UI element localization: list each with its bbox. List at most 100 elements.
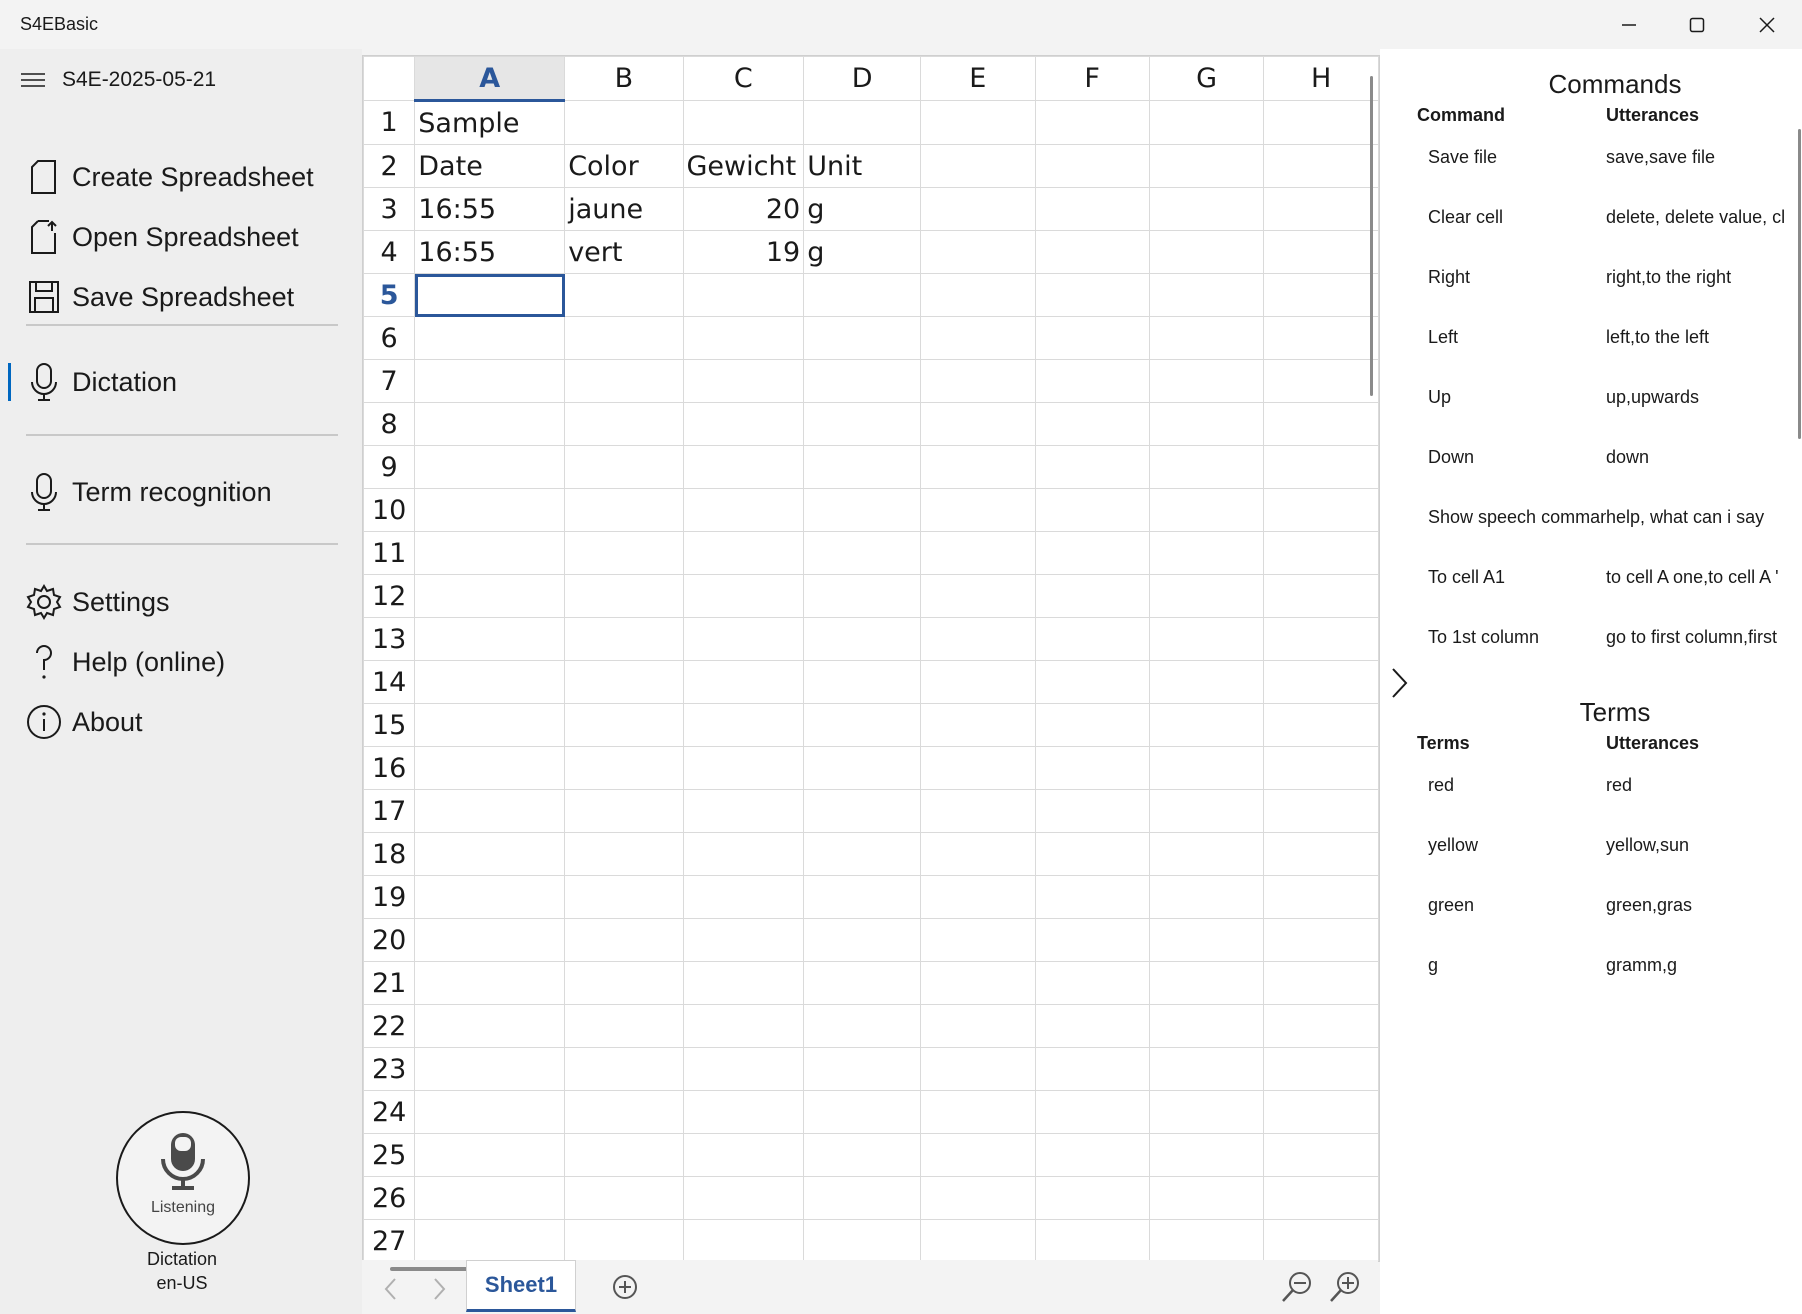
- grid-cell[interactable]: [1263, 918, 1379, 962]
- grid-cell[interactable]: [803, 488, 922, 532]
- grid-cell[interactable]: [682, 1133, 805, 1177]
- term-recognition-nav-item[interactable]: Term recognition: [26, 467, 272, 517]
- grid-cell[interactable]: [564, 316, 684, 360]
- row-header[interactable]: 14: [363, 660, 416, 704]
- grid-cell[interactable]: [1263, 875, 1379, 919]
- commands-item-name[interactable]: To 1st column: [1428, 627, 1606, 648]
- grid-cell[interactable]: [1148, 1090, 1265, 1134]
- grid-cell[interactable]: [920, 316, 1036, 360]
- grid-cell[interactable]: [682, 402, 805, 446]
- terms-item-utterances[interactable]: gramm,g: [1606, 955, 1792, 976]
- grid-cell[interactable]: [1263, 100, 1379, 145]
- grid-cell[interactable]: [1034, 1133, 1150, 1177]
- grid-cell[interactable]: [1148, 144, 1265, 188]
- terms-item-utterances[interactable]: yellow,sun: [1606, 835, 1792, 856]
- grid-cell[interactable]: [564, 273, 684, 317]
- commands-item-utterances[interactable]: left,to the left: [1606, 327, 1792, 348]
- commands-item-utterances[interactable]: save,save file: [1606, 147, 1792, 168]
- grid-cell[interactable]: [414, 445, 566, 489]
- terms-item-name[interactable]: yellow: [1428, 835, 1606, 856]
- grid-cell[interactable]: [1034, 703, 1150, 747]
- grid-cell[interactable]: [564, 445, 684, 489]
- grid-cell[interactable]: [414, 316, 566, 360]
- grid-cell[interactable]: [1263, 273, 1379, 317]
- grid-cell[interactable]: [1148, 445, 1265, 489]
- grid-cell[interactable]: [1148, 789, 1265, 833]
- grid-cell[interactable]: [1034, 100, 1150, 145]
- grid-cell[interactable]: [1263, 144, 1379, 188]
- grid-cell[interactable]: [1148, 1047, 1265, 1091]
- column-header[interactable]: F: [1034, 56, 1150, 101]
- grid-cell[interactable]: [803, 531, 922, 575]
- grid-cell[interactable]: [564, 918, 684, 962]
- grid-cell[interactable]: [1148, 746, 1265, 790]
- grid-cell[interactable]: [564, 1219, 684, 1261]
- grid-cell[interactable]: [920, 273, 1036, 317]
- row-header[interactable]: 24: [363, 1090, 416, 1134]
- grid-cell[interactable]: [1148, 703, 1265, 747]
- hamburger-menu-icon[interactable]: [20, 71, 46, 91]
- commands-item-utterances[interactable]: down: [1606, 447, 1792, 468]
- grid-cell[interactable]: [414, 660, 566, 704]
- grid-cell[interactable]: Sample: [414, 100, 566, 145]
- grid-cell[interactable]: [1263, 488, 1379, 532]
- grid-cell[interactable]: [920, 1133, 1036, 1177]
- grid-cell[interactable]: [1034, 187, 1150, 231]
- grid-cell[interactable]: Date: [414, 144, 566, 188]
- grid-cell[interactable]: [682, 1219, 805, 1261]
- grid-cell[interactable]: [682, 316, 805, 360]
- commands-item-name[interactable]: Up: [1428, 387, 1606, 408]
- row-header[interactable]: 21: [363, 961, 416, 1005]
- grid-cell[interactable]: [564, 531, 684, 575]
- grid-cell[interactable]: [414, 875, 566, 919]
- grid-cell[interactable]: [920, 488, 1036, 532]
- row-header[interactable]: 13: [363, 617, 416, 661]
- grid-cell[interactable]: [682, 832, 805, 876]
- grid-cell[interactable]: [920, 1219, 1036, 1261]
- next-sheet-button[interactable]: [424, 1274, 454, 1304]
- save-spreadsheet-button[interactable]: Save Spreadsheet: [26, 272, 294, 322]
- commands-item-name[interactable]: Show speech comman: [1428, 507, 1606, 528]
- grid-cell[interactable]: [1148, 488, 1265, 532]
- row-header[interactable]: 22: [363, 1004, 416, 1048]
- grid-cell[interactable]: 16:55: [414, 230, 566, 274]
- grid-cell[interactable]: [803, 445, 922, 489]
- grid-cell[interactable]: [1148, 1219, 1265, 1261]
- grid-cell[interactable]: [920, 832, 1036, 876]
- grid-cell[interactable]: [414, 789, 566, 833]
- dictation-nav-item[interactable]: Dictation: [26, 357, 177, 407]
- row-header[interactable]: 27: [363, 1219, 416, 1261]
- grid-cell[interactable]: [1263, 531, 1379, 575]
- commands-item-name[interactable]: Down: [1428, 447, 1606, 468]
- row-header[interactable]: 2: [363, 144, 416, 188]
- row-header[interactable]: 8: [363, 402, 416, 446]
- grid-corner[interactable]: [363, 56, 416, 101]
- grid-cell[interactable]: [803, 660, 922, 704]
- commands-item-name[interactable]: Right: [1428, 267, 1606, 288]
- horizontal-scrollbar[interactable]: [390, 1267, 470, 1271]
- grid-cell[interactable]: [1148, 574, 1265, 618]
- grid-cell[interactable]: [803, 1176, 922, 1220]
- row-header[interactable]: 3: [363, 187, 416, 231]
- grid-cell[interactable]: [803, 1133, 922, 1177]
- row-header[interactable]: 25: [363, 1133, 416, 1177]
- grid-cell[interactable]: [564, 359, 684, 403]
- column-header[interactable]: C: [682, 56, 805, 101]
- grid-cell[interactable]: [564, 789, 684, 833]
- grid-cell[interactable]: [1148, 832, 1265, 876]
- grid-cell[interactable]: [1263, 961, 1379, 1005]
- grid-cell[interactable]: [414, 488, 566, 532]
- grid-cell[interactable]: [1263, 1176, 1379, 1220]
- grid-cell[interactable]: [682, 961, 805, 1005]
- commands-item-utterances[interactable]: up,upwards: [1606, 387, 1792, 408]
- grid-cell[interactable]: [803, 574, 922, 618]
- grid-cell[interactable]: [1034, 531, 1150, 575]
- grid-cell[interactable]: [1263, 1047, 1379, 1091]
- commands-item-utterances[interactable]: to cell A one,to cell A ': [1606, 567, 1792, 588]
- grid-cell[interactable]: [920, 531, 1036, 575]
- grid-cell[interactable]: [414, 1133, 566, 1177]
- grid-cell[interactable]: [564, 703, 684, 747]
- column-header[interactable]: D: [803, 56, 922, 101]
- grid-cell[interactable]: [920, 1090, 1036, 1134]
- about-nav-item[interactable]: About: [26, 697, 143, 747]
